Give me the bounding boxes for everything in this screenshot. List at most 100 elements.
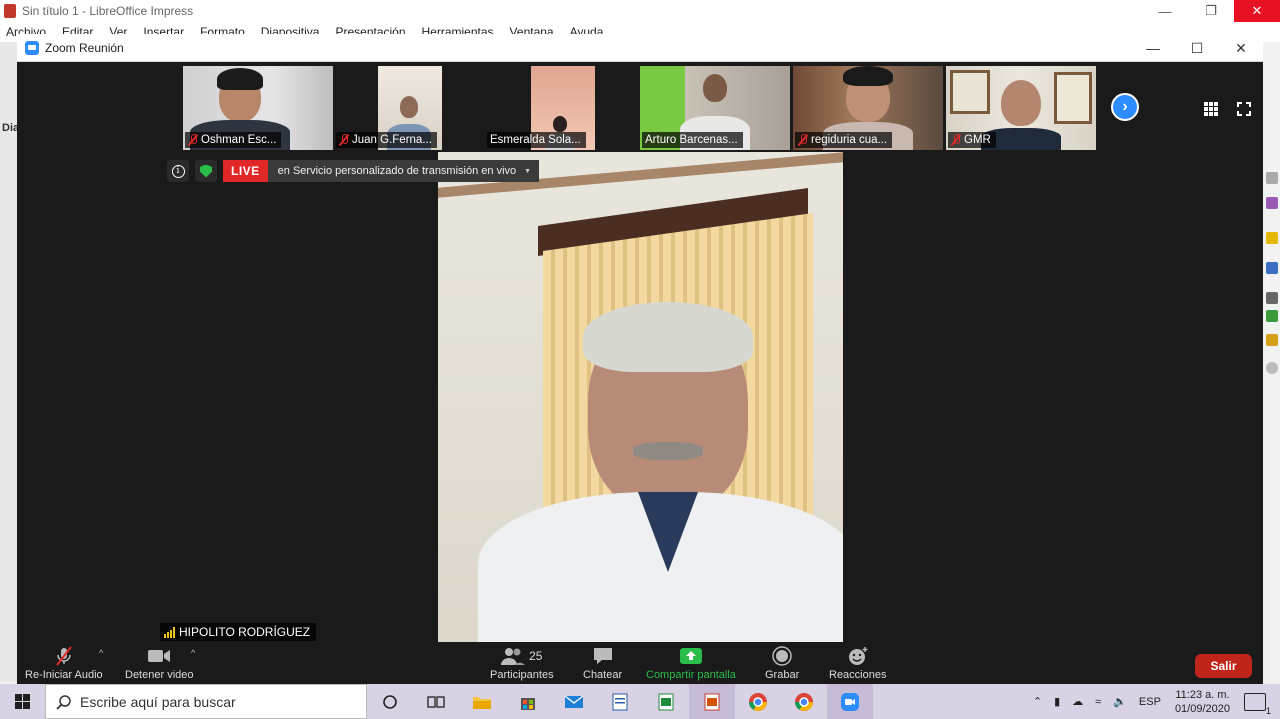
properties-icon[interactable]: [1266, 172, 1278, 184]
record-button[interactable]: Grabar: [765, 646, 799, 681]
active-speaker-label: HIPOLITO RODRÍGUEZ: [160, 623, 317, 641]
reactions-button[interactable]: Reacciones: [829, 646, 886, 681]
participant-thumbnail[interactable]: Oshman Esc...: [183, 66, 333, 150]
chrome-icon: [749, 692, 767, 711]
master-slides-icon[interactable]: [1266, 334, 1278, 346]
taskbar-chrome-2[interactable]: [781, 684, 827, 719]
cortana-button[interactable]: [367, 684, 413, 719]
participant-thumbnail[interactable]: regiduria cua...: [793, 66, 943, 150]
taskbar-clock[interactable]: 11:23 a. m. 01/09/2020: [1175, 688, 1230, 716]
participant-name-label: GMR: [948, 132, 996, 148]
video-area: Oshman Esc... Juan G.Ferna... Esmeralda …: [17, 62, 1263, 642]
navigator-icon[interactable]: [1266, 262, 1278, 274]
muted-mic-icon: [339, 134, 349, 146]
next-page-button[interactable]: ›: [1111, 93, 1139, 121]
gallery-view-icon[interactable]: [1204, 102, 1218, 116]
live-badge[interactable]: LIVE: [223, 160, 268, 182]
participants-icon: [501, 648, 526, 665]
participant-thumbnail[interactable]: Esmeralda Sola...: [485, 66, 635, 150]
zoom-maximize-button[interactable]: ☐: [1175, 34, 1219, 62]
impress-app-icon: [4, 4, 16, 18]
muted-mic-icon: [188, 134, 198, 146]
libreoffice-window-title: Sin título 1 - LibreOffice Impress: [22, 4, 194, 18]
video-button[interactable]: Detener video: [125, 646, 194, 681]
muted-mic-icon: [798, 134, 808, 146]
zoom-close-button[interactable]: ✕: [1219, 34, 1263, 62]
live-stream-bar: i LIVE en Servicio personalizado de tran…: [167, 160, 540, 182]
notification-center-icon[interactable]: 1: [1244, 692, 1271, 716]
zoom-window-title: Zoom Reunión: [45, 40, 124, 55]
zoom-minimize-button[interactable]: —: [1131, 34, 1175, 62]
meeting-info-icon[interactable]: i: [167, 160, 189, 182]
participant-name-label: Esmeralda Sola...: [487, 132, 586, 148]
participant-thumbnail[interactable]: Juan G.Ferna...: [334, 66, 484, 150]
taskbar-store[interactable]: [505, 684, 551, 719]
zoom-app-icon: [841, 692, 859, 711]
battery-icon[interactable]: ▮: [1054, 695, 1060, 708]
audio-button[interactable]: Re-Iniciar Audio: [25, 646, 103, 681]
system-tray: ⌃ ▮ ☁ ≈ 🔈 ESP 11:23 a. m. 01/09/2020 1: [1027, 684, 1280, 719]
settings-icon[interactable]: [1266, 362, 1278, 374]
taskbar-file-explorer[interactable]: [459, 684, 505, 719]
meeting-toolbar: Re-Iniciar Audio ^ Detener video ^ 25 Pa…: [17, 642, 1263, 684]
styles-icon[interactable]: [1266, 197, 1278, 209]
lo-minimize-button[interactable]: —: [1142, 0, 1188, 22]
spreadsheet-icon: [658, 693, 674, 710]
share-screen-button[interactable]: Compartir pantalla: [646, 646, 736, 681]
active-speaker-name: HIPOLITO RODRÍGUEZ: [179, 625, 311, 639]
gallery-icon[interactable]: [1266, 232, 1278, 244]
chrome-icon: [795, 692, 813, 711]
task-view-icon: [427, 695, 445, 708]
connection-signal-icon: [164, 626, 175, 638]
participants-count: 25: [529, 649, 543, 663]
live-stream-text: en Servicio personalizado de transmisión…: [277, 165, 517, 177]
folder-icon: [473, 696, 491, 709]
live-stream-dropdown[interactable]: en Servicio personalizado de transmisión…: [267, 160, 540, 182]
taskbar-zoom[interactable]: [827, 684, 873, 719]
video-options-caret[interactable]: ^: [191, 648, 195, 658]
task-view-button[interactable]: [413, 684, 459, 719]
smiley-reaction-icon: [848, 647, 868, 665]
zoom-window: Zoom Reunión — ☐ ✕ Oshman Esc... Juan G.…: [17, 34, 1263, 684]
show-hidden-icons[interactable]: ⌃: [1033, 695, 1042, 708]
record-icon: [772, 646, 792, 666]
zoom-logo-icon: [25, 40, 39, 55]
search-placeholder: Escribe aquí para buscar: [80, 693, 236, 710]
participants-button[interactable]: 25 Participantes: [490, 646, 554, 681]
taskbar-writer[interactable]: [597, 684, 643, 719]
search-icon: [56, 694, 71, 710]
volume-icon[interactable]: 🔈: [1113, 695, 1127, 708]
taskbar-chrome[interactable]: [735, 684, 781, 719]
participant-thumbnail[interactable]: Arturo Barcenas...: [640, 66, 790, 150]
start-button[interactable]: [0, 684, 45, 719]
participant-name-label: Oshman Esc...: [185, 132, 282, 148]
notification-count: 1: [1265, 705, 1271, 716]
fullscreen-icon[interactable]: [1236, 101, 1252, 117]
participant-thumbnail[interactable]: GMR: [946, 66, 1096, 150]
libreoffice-titlebar: Sin título 1 - LibreOffice Impress — ❐ ✕: [0, 0, 1280, 22]
chat-button[interactable]: Chatear: [583, 646, 622, 681]
taskbar-search-box[interactable]: Escribe aquí para buscar: [45, 684, 367, 719]
chat-icon: [593, 648, 612, 664]
transition-icon[interactable]: [1266, 310, 1278, 322]
onedrive-cloud-icon[interactable]: ☁: [1072, 695, 1083, 708]
animation-icon[interactable]: [1266, 292, 1278, 304]
participant-name-label: Arturo Barcenas...: [642, 132, 743, 148]
taskbar-calc[interactable]: [643, 684, 689, 719]
audio-options-caret[interactable]: ^: [99, 648, 103, 658]
chevron-down-icon: ▼: [524, 167, 532, 175]
lo-close-button[interactable]: ✕: [1234, 0, 1280, 22]
lo-restore-button[interactable]: ❐: [1188, 0, 1234, 22]
encryption-shield-icon[interactable]: [195, 160, 217, 182]
share-screen-icon: [679, 648, 702, 664]
leave-meeting-button[interactable]: Salir: [1195, 654, 1252, 678]
muted-mic-icon: [951, 134, 961, 146]
taskbar-mail[interactable]: [551, 684, 597, 719]
language-indicator[interactable]: ESP: [1139, 696, 1161, 708]
zoom-titlebar: Zoom Reunión — ☐ ✕: [17, 34, 1263, 62]
wifi-icon[interactable]: ≈: [1095, 696, 1101, 708]
slides-pane: Dia: [0, 42, 19, 682]
taskbar-impress[interactable]: [689, 684, 735, 719]
muted-microphone-icon: [56, 646, 72, 666]
mail-icon: [564, 694, 584, 708]
